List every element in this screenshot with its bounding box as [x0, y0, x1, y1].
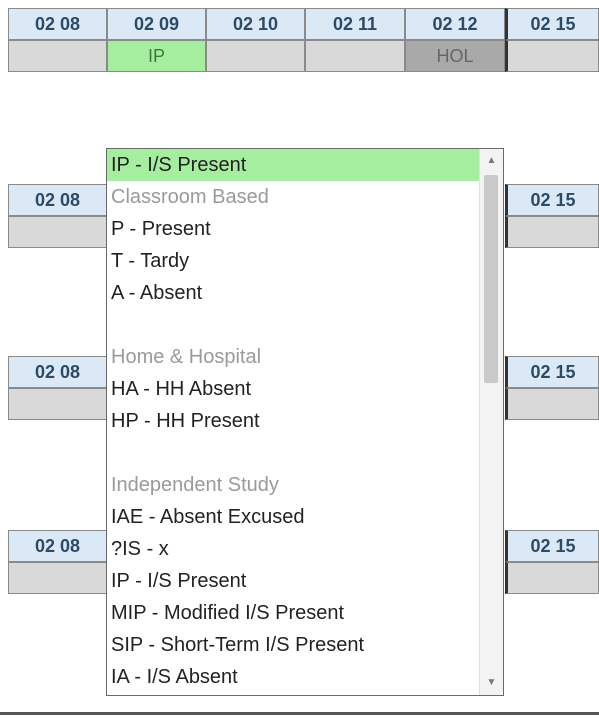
option-hp-hh-present[interactable]: HP - HH Present: [107, 405, 479, 437]
attendance-cell-0211[interactable]: [305, 40, 405, 72]
option-spacer: [107, 309, 479, 341]
row4-cell-left[interactable]: [8, 562, 107, 594]
option-mia-modified-i-s-absent[interactable]: MIA - Modified I/S Absent: [107, 693, 479, 695]
table-bottom-border: [0, 712, 599, 715]
scroll-down-arrow-icon[interactable]: ▼: [480, 673, 503, 693]
option-sip-short-term-i-s-present[interactable]: SIP - Short-Term I/S Present: [107, 629, 479, 661]
date-header-0212: 02 12: [405, 8, 505, 40]
row4-cell-right[interactable]: [505, 562, 599, 594]
option-ip-i-s-present[interactable]: IP - I/S Present: [107, 565, 479, 597]
option-iae-absent-excused[interactable]: IAE - Absent Excused: [107, 501, 479, 533]
attendance-code-dropdown[interactable]: IP - I/S Present Classroom Based P - Prese…: [106, 148, 504, 696]
dropdown-options-list: IP - I/S Present Classroom Based P - Prese…: [107, 149, 479, 695]
row3-date-right: 02 15: [505, 356, 599, 388]
option-is-x[interactable]: ?IS - x: [107, 533, 479, 565]
row2-date-left: 02 08: [8, 184, 107, 216]
attendance-cell-0215[interactable]: [505, 40, 599, 72]
row4-date-right: 02 15: [505, 530, 599, 562]
attendance-cell-0208[interactable]: [8, 40, 107, 72]
option-group-home-hospital: Home & Hospital: [111, 346, 262, 368]
row4-date-left: 02 08: [8, 530, 107, 562]
row3-date-left: 02 08: [8, 356, 107, 388]
date-header-0211: 02 11: [305, 8, 405, 40]
option-group-independent-study: Independent Study: [111, 474, 279, 496]
date-header-0210: 02 10: [206, 8, 305, 40]
attendance-cell-0210[interactable]: [206, 40, 305, 72]
option-ha-hh-absent[interactable]: HA - HH Absent: [107, 373, 479, 405]
option-p-present[interactable]: P - Present: [107, 213, 479, 245]
scrollbar-thumb[interactable]: [484, 175, 498, 383]
scroll-up-arrow-icon[interactable]: ▲: [480, 151, 503, 171]
option-group-classroom-based: Classroom Based: [111, 186, 269, 208]
row2-date-right: 02 15: [505, 184, 599, 216]
date-header-0208: 02 08: [8, 8, 107, 40]
option-spacer: [107, 437, 479, 469]
option-ip-i-s-present[interactable]: IP - I/S Present: [107, 149, 479, 181]
row2-cell-right[interactable]: [505, 216, 599, 248]
option-ia-i-s-absent[interactable]: IA - I/S Absent: [107, 661, 479, 693]
option-t-tardy[interactable]: T - Tardy: [107, 245, 479, 277]
attendance-cell-0212[interactable]: HOL: [405, 40, 505, 72]
dropdown-scrollbar[interactable]: ▲ ▼: [479, 149, 503, 695]
row3-cell-left[interactable]: [8, 388, 107, 420]
row3-cell-right[interactable]: [505, 388, 599, 420]
date-header-0209: 02 09: [107, 8, 206, 40]
option-a-absent[interactable]: A - Absent: [107, 277, 479, 309]
row2-cell-left[interactable]: [8, 216, 107, 248]
date-header-0215: 02 15: [505, 8, 599, 40]
option-mip-modified-i-s-present[interactable]: MIP - Modified I/S Present: [107, 597, 479, 629]
attendance-cell-0209[interactable]: IP: [107, 40, 206, 72]
